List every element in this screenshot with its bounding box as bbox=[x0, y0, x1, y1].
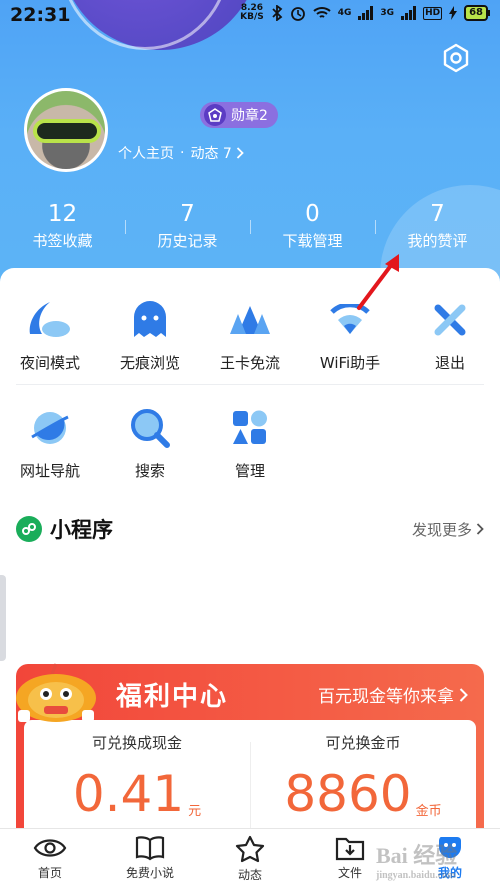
stat-label: 历史记录 bbox=[157, 232, 218, 250]
settings-hexagon-icon bbox=[443, 43, 469, 73]
tools-row-2: 网址导航 搜索 管理 bbox=[0, 406, 500, 481]
stats-bar: 12 书签收藏 7 历史记录 0 下载管理 7 我的赞评 bbox=[0, 200, 500, 252]
nav-free-novels[interactable]: 免费小说 bbox=[100, 829, 200, 889]
charging-icon bbox=[449, 6, 458, 20]
status-bar: 22:31 8.26 KB/S 4G 3G HD 68 bbox=[0, 0, 500, 30]
chevron-right-icon bbox=[459, 687, 468, 702]
avatar-goggles bbox=[33, 119, 101, 143]
signal-icon bbox=[401, 6, 417, 20]
tool-label: WiFi助手 bbox=[319, 354, 381, 372]
battery-level: 68 bbox=[464, 5, 488, 21]
nav-label: 动态 bbox=[237, 868, 262, 882]
nav-dynamic[interactable]: 动态 bbox=[200, 829, 300, 889]
book-icon bbox=[135, 836, 165, 861]
tool-incognito[interactable]: 无痕浏览 bbox=[100, 298, 200, 373]
lion-mascot-icon bbox=[16, 663, 96, 722]
mini-program-header: 小程序 发现更多 bbox=[16, 514, 484, 544]
eye-icon bbox=[33, 839, 67, 857]
annotation-arrow bbox=[357, 254, 399, 310]
chevron-right-icon bbox=[476, 523, 484, 535]
tool-label: 王卡免流 bbox=[219, 354, 280, 372]
watermark: Bai 经验 jingyan.baidu.com bbox=[376, 838, 457, 881]
apps-icon bbox=[228, 406, 272, 450]
stat-label: 我的赞评 bbox=[407, 232, 468, 250]
chevron-right-icon bbox=[236, 147, 244, 159]
settings-button[interactable] bbox=[440, 42, 472, 74]
cash-value: 0.41 bbox=[72, 765, 185, 823]
nav-label: 免费小说 bbox=[125, 866, 174, 880]
stat-downloads[interactable]: 0 下载管理 bbox=[250, 200, 375, 252]
tool-manage[interactable]: 管理 bbox=[200, 406, 300, 481]
side-drawer-handle[interactable] bbox=[0, 575, 6, 661]
profile-home-link[interactable]: 个人主页 · 动态 7 bbox=[118, 143, 244, 163]
profile-sep: · bbox=[180, 145, 185, 161]
stat-number: 0 bbox=[305, 201, 320, 227]
tool-url-nav[interactable]: 网址导航 bbox=[0, 406, 100, 481]
stat-number: 7 bbox=[430, 201, 445, 227]
wifi-status-icon bbox=[313, 7, 331, 18]
crown-icon bbox=[228, 298, 272, 342]
watermark-main: Bai 经验 bbox=[376, 843, 458, 868]
welfare-subtitle-link[interactable]: 百元现金等你来拿 bbox=[318, 682, 468, 707]
stat-label: 书签收藏 bbox=[32, 232, 93, 250]
hd-icon: HD bbox=[423, 6, 443, 20]
watermark-sub: jingyan.baidu.com bbox=[376, 870, 456, 881]
welfare-subtitle: 百元现金等你来拿 bbox=[318, 687, 454, 707]
signal-icon bbox=[358, 6, 374, 20]
tool-label: 搜索 bbox=[134, 462, 165, 480]
search-icon bbox=[128, 406, 172, 450]
tool-label: 退出 bbox=[434, 354, 465, 372]
stat-bookmarks[interactable]: 12 书签收藏 bbox=[0, 200, 125, 252]
nav-home[interactable]: 首页 bbox=[0, 829, 100, 889]
tool-label: 网址导航 bbox=[19, 462, 80, 480]
cash-label: 可兑换成现金 bbox=[91, 734, 182, 752]
signal-4g-label: 4G bbox=[337, 8, 352, 18]
tool-label: 管理 bbox=[234, 462, 265, 480]
coin-value: 8860 bbox=[284, 765, 412, 823]
tool-search[interactable]: 搜索 bbox=[100, 406, 200, 481]
tool-label: 夜间模式 bbox=[19, 354, 80, 372]
stat-my-likes[interactable]: 7 我的赞评 bbox=[375, 200, 500, 252]
nav-label: 文件 bbox=[337, 866, 362, 880]
avatar[interactable] bbox=[24, 88, 108, 172]
planet-icon bbox=[28, 406, 72, 450]
discover-more-label: 发现更多 bbox=[411, 520, 472, 539]
mini-program-icon bbox=[16, 516, 42, 542]
tool-label: 无痕浏览 bbox=[119, 354, 180, 372]
tools-row-1: 夜间模式 无痕浏览 王卡免流 WiFi助手 退出 bbox=[0, 298, 500, 373]
status-time: 22:31 bbox=[10, 4, 71, 26]
alarm-icon bbox=[290, 7, 305, 21]
tool-exit[interactable]: 退出 bbox=[400, 298, 500, 373]
stat-number: 7 bbox=[180, 201, 195, 227]
tool-wangka[interactable]: 王卡免流 bbox=[200, 298, 300, 373]
moon-icon bbox=[28, 298, 72, 342]
net-speed-unit: KB/S bbox=[240, 12, 264, 22]
profile-home-label: 个人主页 bbox=[118, 146, 174, 162]
stat-history[interactable]: 7 历史记录 bbox=[125, 200, 250, 252]
welfare-title: 福利中心 bbox=[116, 682, 229, 712]
divider bbox=[16, 384, 484, 385]
bluetooth-icon bbox=[272, 5, 283, 21]
coin-unit: 金币 bbox=[415, 804, 442, 819]
star-icon bbox=[235, 835, 265, 863]
net-speed: 8.26 KB/S bbox=[240, 4, 264, 22]
medal-label: 勋章2 bbox=[231, 108, 268, 124]
stat-number: 12 bbox=[47, 201, 78, 227]
medal-icon bbox=[204, 104, 226, 126]
cash-unit: 元 bbox=[188, 804, 202, 819]
battery-icon: 68 bbox=[464, 5, 490, 21]
stat-label: 下载管理 bbox=[282, 232, 343, 250]
medal-badge[interactable]: 勋章2 bbox=[200, 102, 278, 128]
profile-dynamic-label: 动态 7 bbox=[190, 146, 232, 162]
discover-more-link[interactable]: 发现更多 bbox=[412, 519, 484, 540]
nav-label: 首页 bbox=[37, 866, 62, 880]
tool-night-mode[interactable]: 夜间模式 bbox=[0, 298, 100, 373]
mini-program-title: 小程序 bbox=[50, 518, 113, 542]
ghost-icon bbox=[128, 298, 172, 342]
download-folder-icon bbox=[335, 837, 365, 861]
close-icon bbox=[428, 298, 472, 342]
signal-3g-label: 3G bbox=[380, 8, 395, 18]
coin-label: 可兑换金币 bbox=[325, 734, 401, 752]
